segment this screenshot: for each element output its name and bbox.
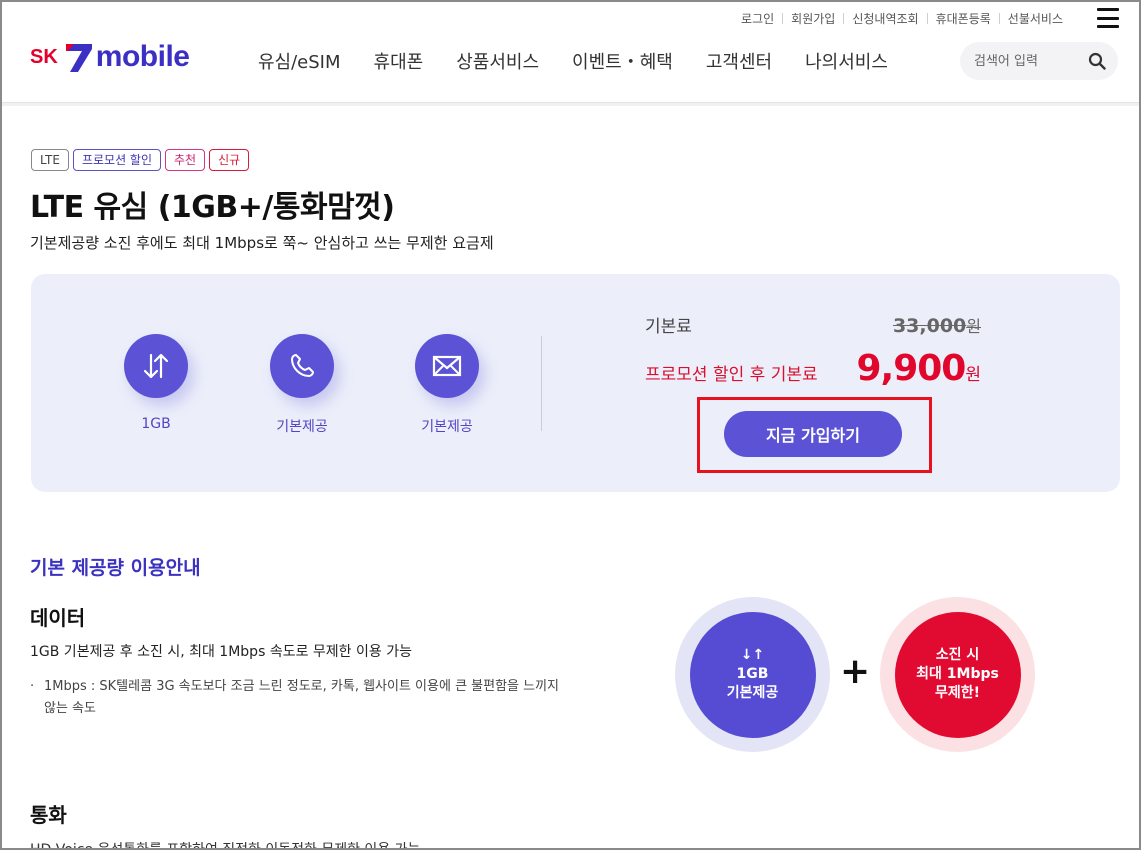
plan-summary-card: 1GB 기본제공 기본제공 기본료 33,000원 프로모션 할인 후 기본료 …: [31, 274, 1120, 492]
plan-title: LTE 유심 (1GB+/통화맘껏): [30, 190, 395, 225]
call-heading: 통화: [30, 803, 67, 827]
mail-icon: [415, 334, 479, 398]
data-arrows-icon: [124, 334, 188, 398]
circle-exhausted-text: 소진 시: [935, 647, 980, 663]
data-heading: 데이터: [30, 606, 86, 630]
feature-message-label: 기본제공: [421, 419, 473, 435]
logo-mobile-text: mobile: [95, 40, 190, 73]
promo-price-value: 9,900원: [856, 348, 981, 389]
promo-price-row: 프로모션 할인 후 기본료 9,900원: [645, 348, 981, 389]
data-1gb-circle: ↓↑ 1GB 기본제공: [675, 597, 830, 752]
base-price-label: 기본료: [645, 317, 692, 337]
base-price-row: 기본료 33,000원: [645, 312, 981, 337]
logo-seven-mark: [65, 44, 92, 72]
menu-icon[interactable]: [1097, 8, 1119, 28]
nav-events[interactable]: 이벤트・혜택: [572, 48, 673, 74]
usage-section-title: 기본 제공량 이용안내: [30, 557, 201, 579]
join-now-button[interactable]: 지금 가입하기: [724, 411, 902, 457]
feature-data-label: 1GB: [141, 416, 171, 432]
plan-badges: LTE 프로모션 할인 추천 신규: [31, 149, 253, 171]
signup-link[interactable]: 회원가입: [783, 10, 843, 27]
card-divider: [541, 336, 542, 431]
nav-phone[interactable]: 휴대폰: [374, 48, 424, 74]
phone-register-link[interactable]: 휴대폰등록: [928, 10, 999, 27]
call-description: HD Voice 음성통화를 포함하여 집전화·이동전화 무제한 이용 가능: [30, 842, 421, 850]
nav-my-service[interactable]: 나의서비스: [805, 48, 888, 74]
base-price-value: 33,000원: [892, 315, 981, 337]
feature-call-label: 기본제공: [276, 419, 328, 435]
data-arrows-icon: ↓↑: [740, 647, 765, 663]
login-link[interactable]: 로그인: [733, 10, 782, 27]
search-icon[interactable]: [1088, 52, 1106, 70]
badge-promotion: 프로모션 할인: [72, 149, 162, 171]
badge-new: 신규: [209, 149, 250, 171]
sk7mobile-logo[interactable]: SK mobile: [30, 40, 190, 74]
nav-usim-esim[interactable]: 유심/eSIM: [258, 48, 341, 74]
plus-icon: +: [840, 651, 871, 692]
utility-links: 로그인 회원가입 신청내역조회 휴대폰등록 선불서비스: [733, 10, 1071, 27]
circle-basic-text: 기본제공: [726, 685, 779, 701]
promo-price-label: 프로모션 할인 후 기본료: [645, 365, 818, 385]
circle-unlimited-text: 무제한!: [934, 685, 981, 701]
feature-message: 기본제공: [397, 334, 497, 436]
data-note: · 1Mbps : SK텔레콤 3G 속도보다 조금 느린 정도로, 카톡, 웹…: [30, 676, 570, 720]
circle-1gb-text: 1GB: [736, 666, 769, 682]
prepaid-service-link[interactable]: 선불서비스: [1000, 10, 1071, 27]
badge-recommended: 추천: [165, 149, 206, 171]
plan-subtitle: 기본제공량 소진 후에도 최대 1Mbps로 쭉~ 안심하고 쓰는 무제한 요금…: [30, 234, 494, 252]
feature-data: 1GB: [106, 334, 206, 432]
circle-speed-text: 최대 1Mbps: [916, 666, 999, 682]
feature-call: 기본제공: [252, 334, 352, 436]
badge-lte: LTE: [31, 149, 69, 171]
main-nav: 유심/eSIM 휴대폰 상품서비스 이벤트・혜택 고객센터 나의서비스: [258, 48, 921, 74]
bullet: ·: [30, 679, 35, 694]
data-description: 1GB 기본제공 후 소진 시, 최대 1Mbps 속도로 무제한 이용 가능: [30, 644, 412, 660]
application-history-link[interactable]: 신청내역조회: [844, 10, 926, 27]
phone-icon: [270, 334, 334, 398]
header-divider: [2, 102, 1139, 106]
nav-customer-center[interactable]: 고객센터: [706, 48, 772, 74]
logo-sk-text: SK: [30, 45, 58, 68]
data-note-text: 1Mbps : SK텔레콤 3G 속도보다 조금 느린 정도로, 카톡, 웹사이…: [44, 679, 560, 716]
unlimited-circle: 소진 시 최대 1Mbps 무제한!: [880, 597, 1035, 752]
search-box: [960, 42, 1118, 80]
nav-products[interactable]: 상품서비스: [456, 48, 539, 74]
search-input[interactable]: [974, 53, 1084, 69]
